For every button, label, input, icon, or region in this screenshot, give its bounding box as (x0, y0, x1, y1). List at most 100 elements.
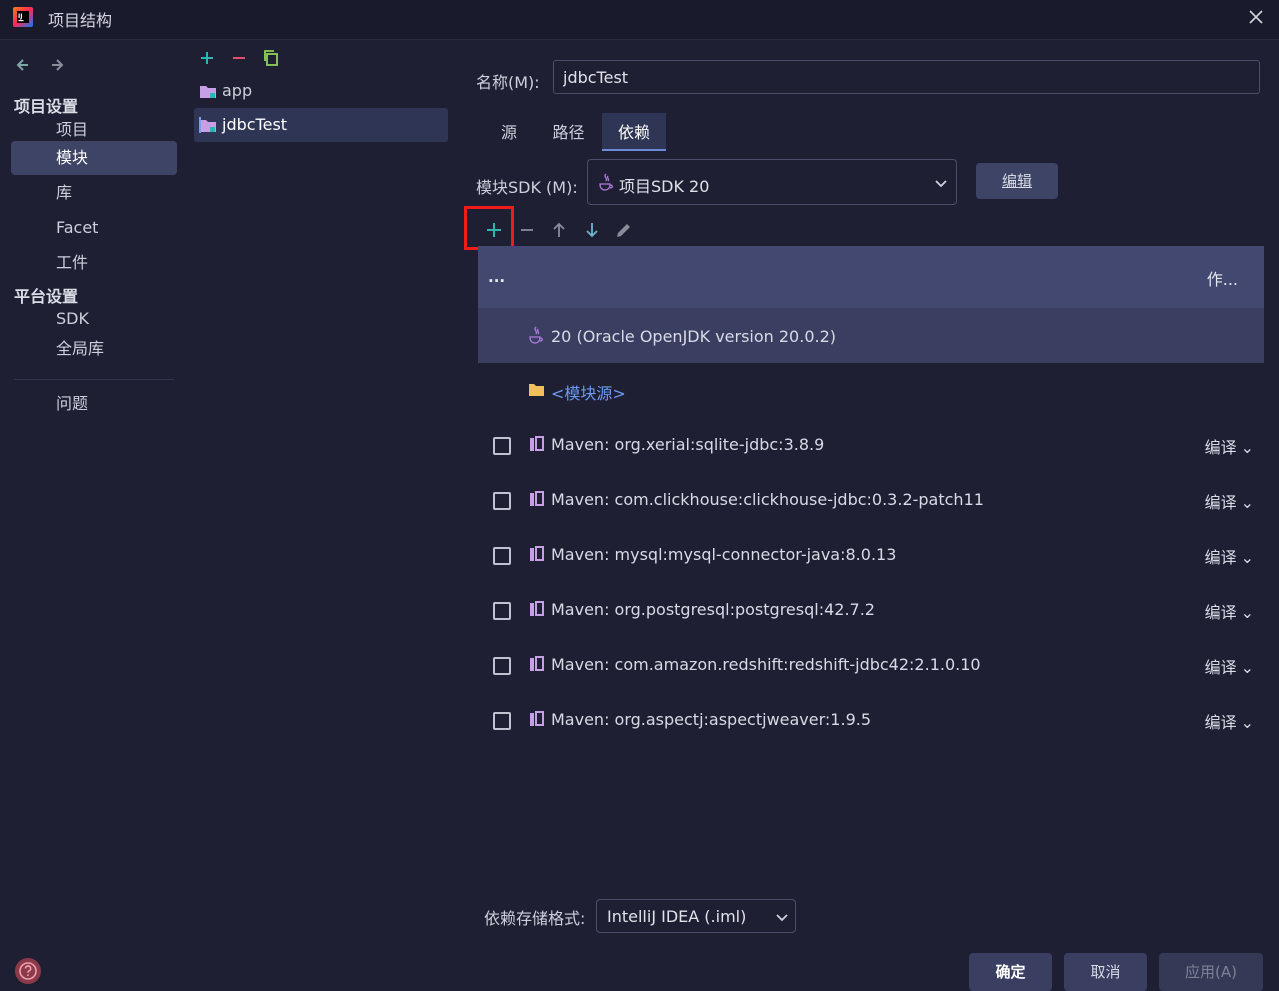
export-checkbox[interactable] (493, 492, 511, 510)
dependency-name: Maven: com.amazon.redshift:redshift-jdbc… (551, 655, 981, 674)
dependency-name: Maven: org.aspectj:aspectjweaver:1.9.5 (551, 710, 872, 729)
scope-value: 编译 (1204, 658, 1237, 677)
arrow-left-icon[interactable] (14, 56, 32, 74)
chevron-down-icon (776, 914, 788, 922)
module-folder-icon (199, 117, 216, 133)
add-icon[interactable] (198, 49, 216, 67)
nav-item-sdk[interactable]: SDK (11, 302, 177, 336)
folder-icon (529, 384, 544, 396)
arrow-right-icon[interactable] (48, 56, 66, 74)
library-jar-icon (530, 491, 544, 506)
apply-button[interactable]: 应用(A) (1159, 953, 1263, 991)
remove-dependency-icon[interactable] (516, 219, 538, 241)
module-name: jdbcTest (222, 115, 288, 134)
export-checkbox[interactable] (493, 547, 511, 565)
dependency-row[interactable]: Maven: org.postgresql:postgresql:42.7.2 … (478, 583, 1264, 638)
library-jar-icon (530, 711, 544, 726)
module-name-input[interactable] (553, 60, 1260, 94)
nav-divider (14, 379, 174, 380)
chevron-down-icon (935, 180, 947, 188)
ok-button[interactable]: 确定 (969, 953, 1052, 991)
export-checkbox[interactable] (493, 602, 511, 620)
scope-value: 编译 (1204, 493, 1237, 512)
scope-dropdown[interactable]: 编译 ⌄ (1205, 654, 1254, 678)
svg-text:IJ: IJ (18, 13, 22, 20)
dependency-name: Maven: org.postgresql:postgresql:42.7.2 (551, 600, 875, 619)
scope-value: 编译 (1204, 548, 1237, 567)
export-checkbox[interactable] (493, 657, 511, 675)
name-label: 名称(M): (476, 73, 540, 92)
nav-item-libraries[interactable]: 库 (11, 176, 177, 210)
title-bar: IJ 项目结构 (0, 0, 1279, 40)
scope-dropdown[interactable]: 编译 ⌄ (1205, 709, 1254, 733)
library-jar-icon (530, 436, 544, 451)
scope-value: 编译 (1204, 713, 1237, 732)
tab-dependencies[interactable]: 依赖 (602, 113, 666, 151)
scope-value: 编译 (1204, 438, 1237, 457)
module-row-app[interactable]: app (194, 74, 448, 108)
nav-item-problems[interactable]: 问题 (11, 387, 177, 421)
nav-item-facets[interactable]: Facet (11, 211, 177, 245)
java-cup-icon (529, 326, 543, 344)
chevron-down-icon: ⌄ (1240, 438, 1254, 457)
storage-format-label: 依赖存储格式: (484, 909, 586, 928)
scope-dropdown[interactable]: 编译 ⌄ (1205, 489, 1254, 513)
sdk-dependency-row[interactable]: 20 (Oracle OpenJDK version 20.0.2) (478, 308, 1264, 363)
dependency-row[interactable]: Maven: org.aspectj:aspectjweaver:1.9.5 编… (478, 693, 1264, 748)
dependency-name: Maven: com.clickhouse:clickhouse-jdbc:0.… (551, 490, 984, 509)
dependency-table-header: ... 作... (478, 246, 1264, 308)
move-up-icon[interactable] (548, 219, 570, 241)
scope-value: 编译 (1204, 603, 1237, 622)
dependency-row[interactable]: Maven: mysql:mysql-connector-java:8.0.13… (478, 528, 1264, 583)
library-jar-icon (530, 656, 544, 671)
dependency-row[interactable]: Maven: com.amazon.redshift:redshift-jdbc… (478, 638, 1264, 693)
copy-icon[interactable] (262, 49, 280, 67)
nav-item-modules[interactable]: 模块 (11, 141, 177, 175)
scope-dropdown[interactable]: 编译 ⌄ (1205, 599, 1254, 623)
scope-dropdown[interactable]: 编译 ⌄ (1205, 544, 1254, 568)
cancel-button[interactable]: 取消 (1064, 953, 1147, 991)
dependency-name: Maven: org.xerial:sqlite-jdbc:3.8.9 (551, 435, 825, 454)
nav-item-artifacts[interactable]: 工件 (11, 246, 177, 280)
module-folder-icon (200, 86, 216, 98)
dependency-row[interactable]: Maven: com.clickhouse:clickhouse-jdbc:0.… (478, 473, 1264, 528)
close-icon[interactable] (1245, 6, 1267, 28)
chevron-down-icon: ⌄ (1240, 658, 1254, 677)
intellij-logo-icon: IJ (13, 7, 33, 27)
export-checkbox[interactable] (493, 712, 511, 730)
module-details: 名称(M): 源 路径 依赖 模块SDK (M): 项目SDK 20 编辑 ..… (456, 41, 1279, 991)
library-jar-icon (530, 601, 544, 616)
tab-sources[interactable]: 源 (489, 113, 529, 151)
dependency-name: Maven: mysql:mysql-connector-java:8.0.13 (551, 545, 897, 564)
module-sdk-value: 项目SDK 20 (619, 177, 710, 196)
remove-icon[interactable] (230, 49, 248, 67)
dependency-row[interactable]: Maven: org.xerial:sqlite-jdbc:3.8.9 编译 ⌄ (478, 418, 1264, 473)
export-checkbox[interactable] (493, 437, 511, 455)
tab-paths[interactable]: 路径 (546, 113, 591, 151)
scope-dropdown[interactable]: 编译 ⌄ (1205, 434, 1254, 458)
column-header-scope[interactable]: 作... (1207, 266, 1238, 290)
storage-format-value: IntelliJ IDEA (.iml) (607, 907, 747, 926)
storage-format-select[interactable]: IntelliJ IDEA (.iml) (596, 899, 796, 933)
column-header-dependency[interactable]: ... (488, 268, 505, 286)
settings-navigation: 项目设置 项目 模块 库 Facet 工件 平台设置 SDK 全局库 问题 (0, 41, 186, 991)
module-source-label: <模块源> (551, 384, 626, 403)
help-icon[interactable] (15, 958, 41, 984)
java-cup-icon (599, 173, 613, 191)
move-down-icon[interactable] (581, 219, 603, 241)
module-sdk-select[interactable]: 项目SDK 20 (587, 159, 957, 205)
module-source-row[interactable]: <模块源> (478, 363, 1264, 418)
library-jar-icon (530, 546, 544, 561)
sdk-dependency-label: 20 (Oracle OpenJDK version 20.0.2) (551, 327, 837, 346)
nav-item-global-libraries[interactable]: 全局库 (11, 332, 177, 366)
chevron-down-icon: ⌄ (1240, 603, 1254, 622)
module-row-jdbctest[interactable]: jdbcTest (194, 108, 448, 142)
chevron-down-icon: ⌄ (1240, 713, 1254, 732)
window-title: 项目结构 (48, 11, 113, 30)
modules-panel: app jdbcTest (186, 41, 456, 991)
edit-pencil-icon[interactable] (613, 219, 635, 241)
chevron-down-icon: ⌄ (1240, 548, 1254, 567)
module-sdk-label: 模块SDK (M): (476, 178, 578, 197)
edit-sdk-button[interactable]: 编辑 (976, 163, 1058, 199)
module-name: app (222, 81, 253, 100)
